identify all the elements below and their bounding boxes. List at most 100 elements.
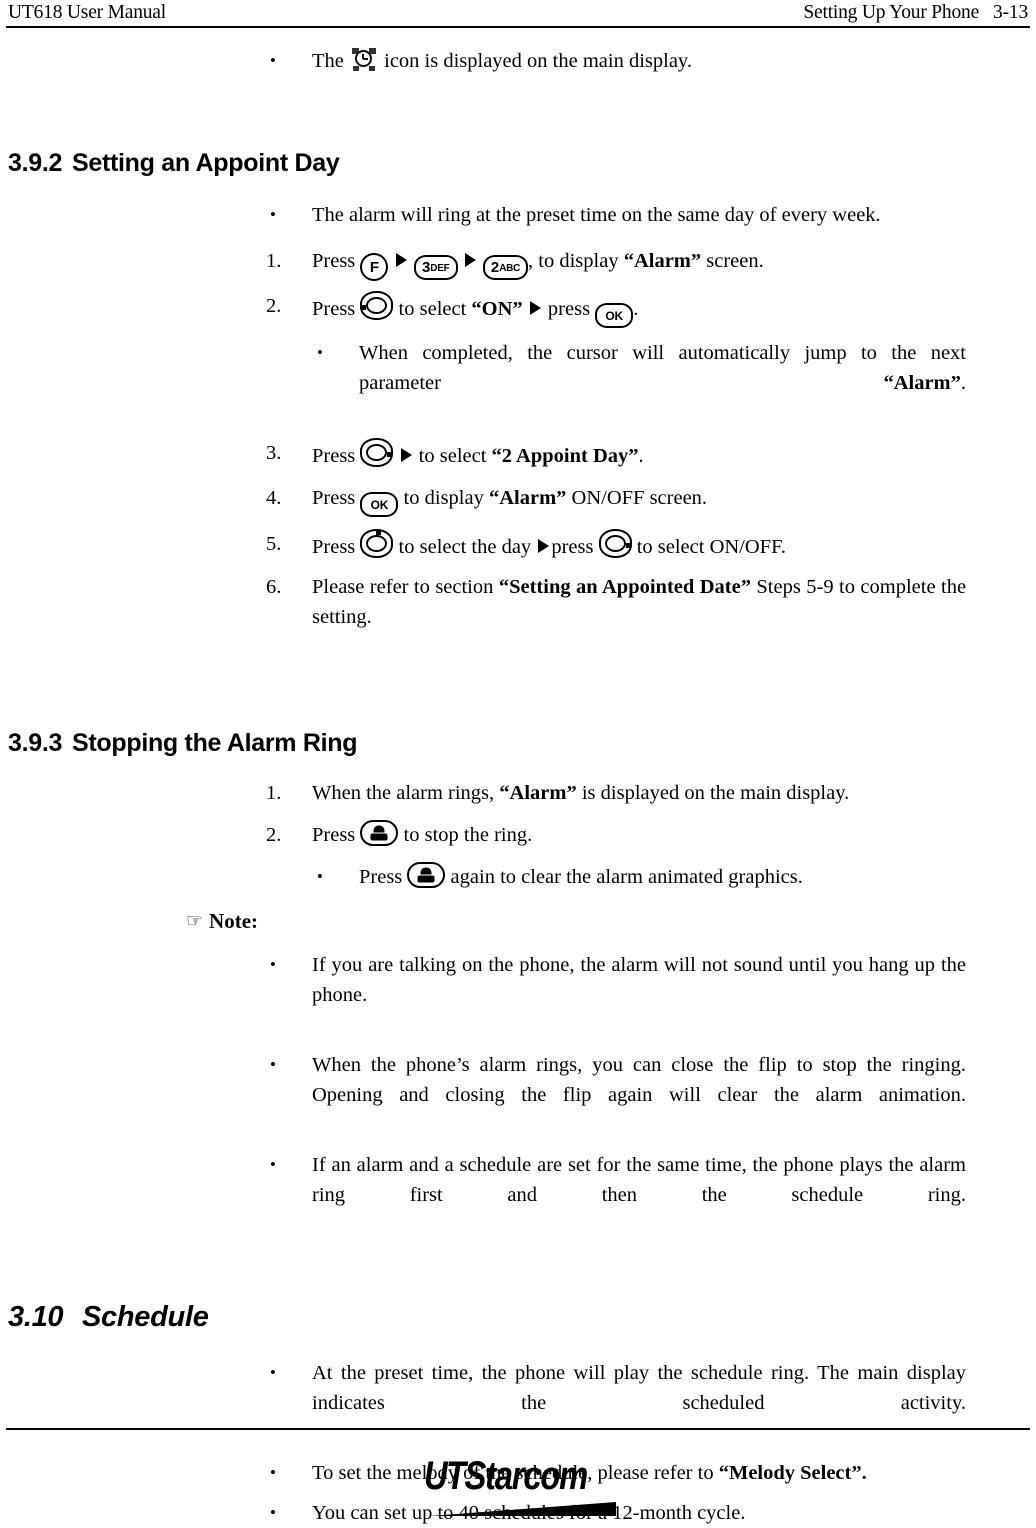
navigation-key-icon [360, 291, 394, 320]
step-1-text-start: Press [312, 250, 356, 272]
note-bullet-1-text: If you are talking on the phone, the ala… [312, 954, 966, 1006]
step-2-text-mid2: press [547, 298, 591, 320]
stop-step-2: 2. Press to stop the ring. [266, 820, 966, 850]
note-label-row: ☞ Note: [186, 906, 1036, 936]
key-ok-icon: OK [595, 303, 634, 328]
logo-ut-text: UT [424, 1454, 466, 1498]
step-1-text-mid: , to display [528, 250, 619, 272]
step-4-text-start: Press [312, 487, 356, 509]
step-2-press-nav-on-ok: 2. Press to select “ON” press OK. [266, 291, 966, 328]
step-2-bold: “ON” [471, 298, 523, 320]
schedule-bullet-2-bold: “Melody Select”. [718, 1462, 867, 1484]
sub-bullet-text-start: When completed, the cursor will automati… [359, 342, 966, 394]
step-marker: 2. [266, 824, 282, 846]
stop-step-2-text-start: Press [312, 824, 356, 846]
step-2-text-start: Press [312, 298, 356, 320]
step-3-text-mid: to select [418, 445, 487, 467]
step-marker: 4. [266, 487, 282, 509]
step-1-press-f-3-2: 1. Press F 3DEF 2ABC, to display “Alarm”… [266, 246, 966, 281]
hand-pointer-icon: ☞ [186, 910, 204, 932]
end-call-key-icon [407, 862, 446, 888]
step-4-text-end: ON/OFF screen. [571, 487, 708, 509]
note-label-text: Note: [209, 909, 259, 933]
bullet-marker: • [270, 1363, 276, 1382]
heading-3-10-number: 3.10 [8, 1301, 64, 1333]
stop-step-1-text: When the alarm rings, “Alarm” is display… [312, 778, 966, 808]
arrow-icon [529, 301, 541, 315]
arrow-icon [400, 448, 412, 462]
intro-bullet: • The icon is displayed on the main disp… [266, 46, 966, 76]
bullet-marker: • [317, 867, 323, 886]
section-3-9-2-lead-bullet: • The alarm will ring at the preset time… [266, 200, 966, 230]
note-bullet-3: • If an alarm and a schedule are set for… [266, 1150, 966, 1240]
step-2-text-end: . [633, 298, 639, 320]
step-1-bold: “Alarm” [623, 250, 702, 272]
step-4-bold: “Alarm” [488, 487, 567, 509]
header-page-number: 3-13 [993, 2, 1028, 23]
step-2-sub-bullet-text: When completed, the cursor will automati… [359, 338, 966, 428]
stop-sub-bullet: • Press again to clear the alarm animate… [313, 862, 966, 892]
utstarcom-logo: UTStarcom [424, 1455, 654, 1518]
stop-step-1-bold: “Alarm” [499, 782, 577, 804]
intro-text-after: icon is displayed on the main display. [384, 50, 692, 72]
sub-bullet-text-end: . [960, 372, 966, 394]
step-1-text: Press F 3DEF 2ABC, to display “Alarm” sc… [312, 246, 966, 281]
step-2-text-mid: to select [398, 298, 467, 320]
step-4-press-ok-alarm-onoff: 4. Press OK to display “Alarm” ON/OFF sc… [266, 483, 966, 517]
intro-bullet-text: The icon is displayed on the main displa… [312, 46, 966, 76]
end-call-key-icon [360, 820, 399, 846]
step-3-text: Press to select “2 Appoint Day”. [312, 438, 966, 471]
key-3-def-icon: 3DEF [413, 255, 458, 280]
header-manual-title: UT618 User Manual [8, 2, 166, 23]
step-4-text: Press OK to display “Alarm” ON/OFF scree… [312, 483, 966, 517]
step-6-text: Please refer to section “Setting an Appo… [312, 572, 966, 662]
heading-3-10-title: Schedule [82, 1301, 209, 1333]
step-2-text: Press to select “ON” press OK. [312, 291, 966, 328]
step-6-bold: “Setting an Appointed Date” [498, 576, 751, 598]
navigation-key-icon [360, 529, 394, 558]
key-2-abc-icon: 2ABC [482, 255, 529, 280]
step-5-text-mid2: press [551, 536, 594, 558]
sub-bullet-bold: “Alarm” [883, 372, 961, 394]
step-5-text-start: Press [312, 536, 356, 558]
step-marker: 5. [266, 533, 282, 555]
step-marker: 1. [266, 250, 282, 272]
header-section-info: Setting Up Your Phone 3-13 [803, 1, 1028, 25]
bullet-marker: • [270, 1503, 276, 1522]
note-bullet-2: • When the phone’s alarm rings, you can … [266, 1050, 966, 1140]
step-5-select-day-onoff: 5. Press to select the day press to sele… [266, 529, 966, 562]
utstarcom-wordmark: UTStarcom [424, 1455, 613, 1497]
step-4-text-mid: to display [403, 487, 484, 509]
heading-3-9-3: 3.9.3 Stopping the Alarm Ring [8, 728, 1036, 758]
stop-sub-text-start: Press [359, 866, 403, 888]
logo-wedge-shape [430, 1502, 616, 1516]
arrow-icon [395, 253, 407, 267]
stop-step-2-text-end: to stop the ring. [403, 824, 533, 846]
step-6-refer-appointed-date: 6. Please refer to section “Setting an A… [266, 572, 966, 662]
stop-step-1-text-start: When the alarm rings, [312, 782, 495, 804]
header-chapter-title: Setting Up Your Phone [803, 2, 980, 23]
header-divider [6, 26, 1030, 28]
step-marker: 6. [266, 576, 282, 598]
lead-bullet-text: The alarm will ring at the preset time o… [312, 204, 881, 226]
heading-3-10: 3.10 Schedule [8, 1300, 1036, 1334]
step-5-text: Press to select the day press to select … [312, 529, 966, 562]
step-1-text-end: screen. [706, 250, 764, 272]
bullet-marker: • [270, 205, 276, 224]
step-3-press-nav-appoint-day: 3. Press to select “2 Appoint Day”. [266, 438, 966, 471]
schedule-bullet-1: • At the preset time, the phone will pla… [266, 1358, 966, 1448]
footer-divider [6, 1428, 1030, 1430]
step-3-text-end: . [638, 445, 644, 467]
navigation-key-icon [598, 529, 632, 558]
heading-3-9-2-title: Setting an Appoint Day [72, 149, 340, 177]
stop-step-1-text-end: is displayed on the main display. [581, 782, 850, 804]
key-f-icon: F [360, 253, 389, 281]
page-content: • The icon is displayed on the main disp… [0, 30, 1036, 1528]
stop-sub-bullet-text: Press again to clear the alarm animated … [359, 862, 966, 892]
bullet-marker: • [270, 1055, 276, 1074]
stop-sub-text-end: again to clear the alarm animated graphi… [450, 866, 803, 888]
note-bullet-3-text: If an alarm and a schedule are set for t… [312, 1154, 966, 1206]
note-bullet-1: • If you are talking on the phone, the a… [266, 950, 966, 1040]
arrow-icon [464, 253, 476, 267]
note-bullet-2-text: When the phone’s alarm rings, you can cl… [312, 1054, 966, 1106]
